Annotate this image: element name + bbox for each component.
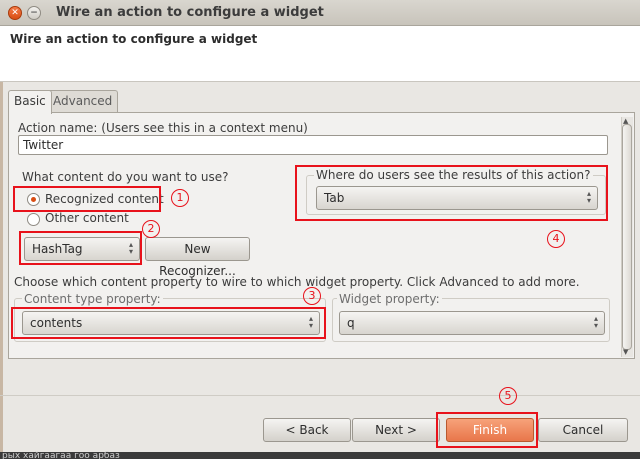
- tab-advanced[interactable]: Advanced: [47, 90, 119, 112]
- widget-property-select[interactable]: q ▴ ▾: [339, 311, 605, 335]
- widget-property-value: q: [347, 316, 355, 330]
- annotation-number-5: 5: [499, 387, 517, 405]
- action-name-input[interactable]: Twitter: [18, 135, 608, 155]
- annotation-box-1: [13, 186, 161, 212]
- annotation-box-5: [436, 412, 538, 448]
- close-window-icon[interactable]: ✕: [8, 6, 22, 20]
- tab-basic[interactable]: Basic: [8, 90, 52, 114]
- annotation-box-4: [295, 165, 608, 221]
- other-content-radio[interactable]: [27, 213, 40, 226]
- other-content-label[interactable]: Other content: [45, 211, 129, 225]
- widget-property-legend: Widget property:: [337, 292, 442, 306]
- content-question-label: What content do you want to use?: [22, 170, 229, 184]
- annotation-number-4: 4: [547, 230, 565, 248]
- annotation-number-2: 2: [142, 220, 160, 238]
- annotation-box-2: [19, 231, 142, 265]
- window-title: Wire an action to configure a widget: [56, 5, 324, 20]
- annotation-number-3: 3: [303, 287, 321, 305]
- cancel-button[interactable]: Cancel: [538, 418, 628, 442]
- updown-arrows-icon: ▴ ▾: [593, 314, 598, 330]
- scroll-down-icon[interactable]: ▼: [623, 348, 628, 356]
- content-type-legend: Content type property:: [22, 292, 163, 306]
- footer-separator: [0, 395, 640, 396]
- back-button[interactable]: < Back: [263, 418, 351, 442]
- background-text: рых хайгаагаа гоо арбаз: [2, 451, 120, 459]
- minimize-window-icon[interactable]: −: [27, 6, 41, 20]
- dialog-heading: Wire an action to configure a widget: [10, 32, 258, 46]
- title-bar[interactable]: ✕ − Wire an action to configure a widget: [0, 0, 640, 26]
- new-recognizer-button[interactable]: New Recognizer...: [145, 237, 250, 278]
- background-window-edge: [0, 26, 3, 456]
- scrollbar-thumb[interactable]: [622, 124, 632, 350]
- annotation-number-1: 1: [171, 189, 189, 207]
- action-name-label: Action name: (Users see this in a contex…: [18, 121, 308, 135]
- annotation-box-3: [11, 307, 326, 339]
- scroll-up-icon[interactable]: ▲: [623, 117, 628, 125]
- wire-instruction: Choose which content property to wire to…: [14, 275, 580, 289]
- next-button[interactable]: Next >: [352, 418, 440, 442]
